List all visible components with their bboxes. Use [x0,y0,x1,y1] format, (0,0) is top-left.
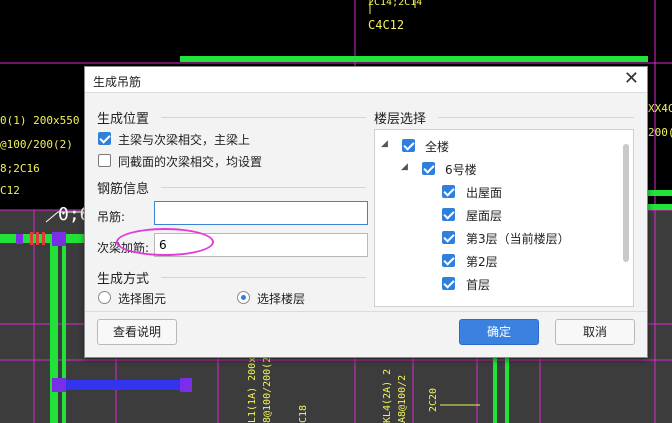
expand-arrow-icon[interactable]: ◢ [401,162,408,172]
cad-label-4: 8;2C16 [0,162,40,175]
cad-label-11: C18 [298,405,309,423]
view-help-button[interactable]: 查看说明 [97,319,177,345]
cad-label-3: @100/200(2) [0,138,73,151]
tree-checkbox-roof-outlet[interactable] [442,185,455,198]
tree-label-floor-3: 第3层（当前楼层） [466,232,570,246]
generate-hanger-rebar-dialog: 生成吊筋 ✕ 生成位置 主梁与次梁相交，主梁上 同截面的次梁相交，均设置 钢筋信… [84,66,648,358]
cad-label-14: 2C20 [428,388,439,412]
dialog-title: 生成吊筋 [93,75,142,89]
cad-label-9: L1(1A) 200x5 [247,351,258,423]
cad-label-2: 0(1) 200x550 [0,114,79,127]
tree-label-roof-level: 屋面层 [466,209,503,223]
same-section-intersect-checkbox[interactable] [98,154,111,167]
rebar-section-label: 钢筋信息 [97,182,150,197]
tree-scrollbar[interactable] [623,144,629,262]
tree-checkbox-floor-3[interactable] [442,231,455,244]
hanger-rebar-label: 吊筋: [97,210,126,224]
method-section-label: 生成方式 [97,272,150,287]
cad-label-7: XX4C [648,102,672,115]
floor-section-label: 楼层选择 [374,112,427,127]
cad-label-10: 8@100/200(2 [262,357,273,423]
position-section-divider [161,117,366,118]
hanger-rebar-input[interactable] [154,201,368,225]
tree-checkbox-building-6[interactable] [422,162,435,175]
expand-arrow-icon[interactable]: ◢ [381,139,388,149]
tree-checkbox-all-floors[interactable] [402,139,415,152]
tree-label-all-floors: 全楼 [425,140,450,154]
cad-label-8: 200(2 [648,126,672,139]
secondary-beam-rebar-input[interactable] [154,233,368,257]
floor-tree[interactable]: ◢ 全楼 ◢ 6号楼 出屋面 屋面层 第3层（当前楼层） 第2层 首层 [374,129,634,307]
rebar-section-divider [161,187,366,188]
cancel-button[interactable]: 取消 [555,319,635,345]
method-section-divider [161,277,366,278]
tree-label-floor-2: 第2层 [466,255,498,269]
tree-checkbox-ground-floor[interactable] [442,277,455,290]
select-element-label[interactable]: 选择图元 [118,290,166,307]
cad-label-13: A8@100/2 [397,375,408,423]
select-floor-label[interactable]: 选择楼层 [257,290,305,307]
tree-label-building-6: 6号楼 [445,163,477,177]
tree-label-ground-floor: 首层 [466,278,491,292]
secondary-beam-rebar-label: 次梁加筋: [97,241,150,255]
tree-checkbox-floor-2[interactable] [442,254,455,267]
main-secondary-intersect-label[interactable]: 主梁与次梁相交，主梁上 [118,131,250,148]
dialog-titlebar[interactable]: 生成吊筋 ✕ [85,67,647,93]
select-element-radio[interactable] [98,291,111,304]
tree-label-roof-outlet: 出屋面 [466,186,503,200]
ok-button[interactable]: 确定 [459,319,539,345]
cad-label-1: C4C12 [368,18,404,32]
footer-divider [85,311,647,312]
floor-section-divider [438,117,634,118]
cad-label-12: KL4(2A) 2 [382,369,393,423]
cad-label-0: 2C14;2C14 [368,0,422,8]
main-secondary-intersect-checkbox[interactable] [98,132,111,145]
same-section-intersect-label[interactable]: 同截面的次梁相交，均设置 [118,153,262,170]
select-floor-radio[interactable] [237,291,250,304]
cad-label-5: C12 [0,184,20,197]
position-section-label: 生成位置 [97,112,150,127]
tree-checkbox-roof-level[interactable] [442,208,455,221]
close-icon[interactable]: ✕ [624,69,639,89]
